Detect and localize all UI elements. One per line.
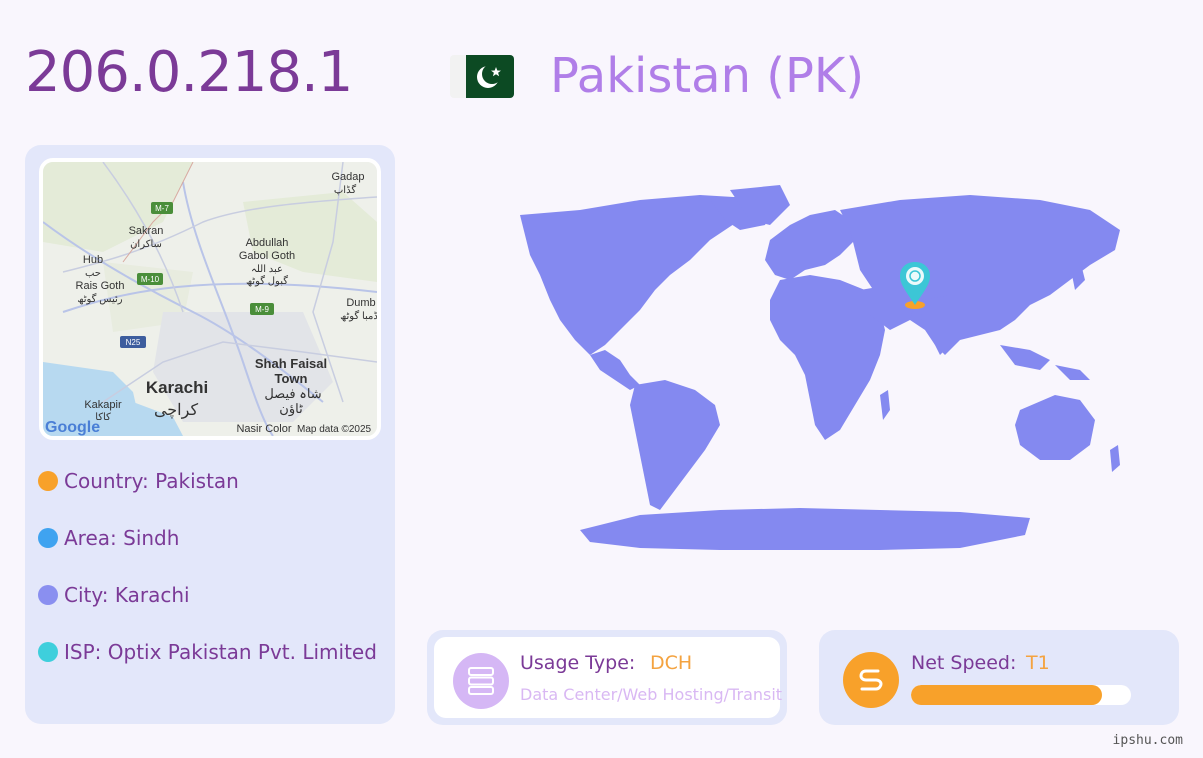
karachi-label: Karachi — [146, 378, 208, 397]
dumb-urdu-label: ڈمبا گوٹھ — [340, 310, 377, 322]
gabol-label: Gabol Goth — [239, 250, 295, 262]
n25-label: N25 — [126, 338, 141, 347]
speed-icon — [843, 652, 899, 708]
isp-info: ISP: Optix Pakistan Pvt. Limited — [38, 640, 377, 664]
isp-dot-icon — [38, 642, 58, 662]
gadap-label: Gadap — [331, 171, 364, 183]
country-text: Country: Pakistan — [64, 469, 239, 493]
location-map[interactable]: M-7 M-10 M-9 N25 Gadap گڈاپ Sakran ساکرا… — [39, 158, 381, 440]
net-speed-label: Net Speed: — [911, 652, 1017, 674]
area-dot-icon — [38, 528, 58, 548]
city-text: City: Karachi — [64, 583, 190, 607]
kakapir-label: Kakapir — [84, 399, 122, 411]
gadap-urdu-label: گڈاپ — [334, 184, 356, 196]
m10-label: M-10 — [141, 275, 160, 284]
dumb-label: Dumb — [346, 297, 375, 309]
abdullah-label: Abdullah — [246, 237, 289, 249]
city-dot-icon — [38, 585, 58, 605]
google-logo: Google — [45, 419, 100, 436]
sakran-label: Sakran — [129, 225, 164, 237]
net-speed-value: T1 — [1026, 652, 1050, 674]
isp-text: ISP: Optix Pakistan Pvt. Limited — [64, 640, 377, 664]
gabol-urdu-label: گبول گوٹھ — [246, 275, 288, 287]
footer-site: ipshu.com — [1112, 733, 1183, 748]
karachi-urdu-label: کراچی — [154, 402, 199, 419]
world-map — [440, 180, 1160, 560]
country-title: Pakistan (PK) — [550, 48, 865, 104]
shah-faisal-label: Shah Faisal — [255, 356, 327, 371]
pakistan-flag-icon — [450, 55, 514, 98]
area-info: Area: Sindh — [38, 526, 179, 550]
ip-address: 206.0.218.1 — [25, 40, 353, 105]
usage-type-inner: Usage Type: DCH Data Center/Web Hosting/… — [434, 637, 783, 718]
location-card: M-7 M-10 M-9 N25 Gadap گڈاپ Sakran ساکرا… — [25, 145, 395, 724]
server-icon — [453, 653, 509, 709]
rais-goth-urdu-label: رئیس گوٹھ — [77, 293, 122, 305]
hub-label: Hub — [83, 254, 103, 266]
net-speed-card: Net Speed: T1 — [819, 630, 1179, 725]
sakran-urdu-label: ساکران — [130, 239, 162, 250]
usage-type-description: Data Center/Web Hosting/Transit — [520, 685, 783, 704]
shah-faisal-urdu-label: شاہ فیصل — [264, 386, 321, 401]
usage-type-card: Usage Type: DCH Data Center/Web Hosting/… — [427, 630, 787, 725]
usage-type-label: Usage Type: — [520, 652, 636, 674]
town-label: Town — [275, 371, 308, 386]
m7-label: M-7 — [155, 204, 169, 213]
country-info: Country: Pakistan — [38, 469, 239, 493]
map-attribution: Map data ©2025 — [297, 424, 372, 435]
m9-label: M-9 — [255, 305, 269, 314]
area-text: Area: Sindh — [64, 526, 180, 550]
net-speed-bar — [911, 685, 1131, 705]
rais-goth-label: Rais Goth — [76, 280, 125, 292]
hub-urdu-label: حب — [85, 268, 101, 279]
nasir-colony-label: Nasir Color — [236, 423, 291, 435]
city-info: City: Karachi — [38, 583, 190, 607]
country-dot-icon — [38, 471, 58, 491]
usage-type-value: DCH — [650, 652, 693, 674]
net-speed-bar-fill — [911, 685, 1103, 705]
abdullah-urdu-label: عبد اللہ — [251, 264, 283, 275]
town-urdu-label: ٹاؤن — [279, 401, 303, 417]
